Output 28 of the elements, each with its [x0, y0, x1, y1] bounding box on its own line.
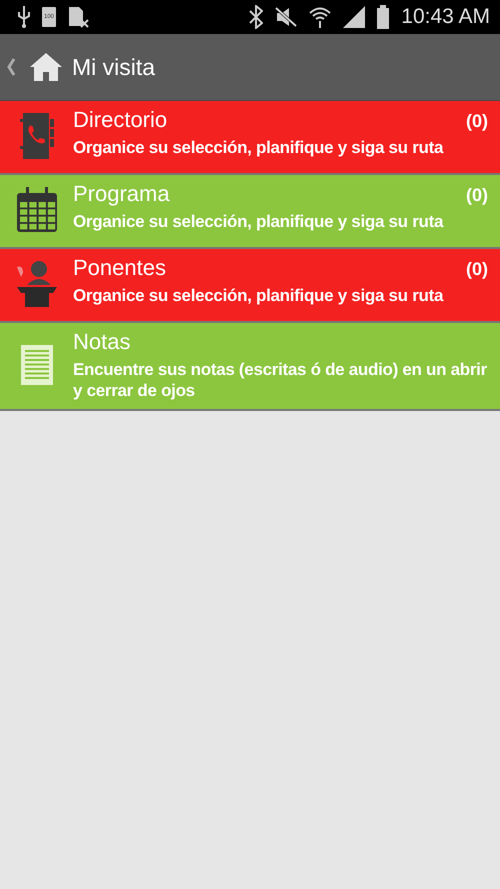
item-description: Organice su selección, planifique y siga su ruta — [73, 211, 444, 232]
item-title: Notas — [73, 329, 130, 355]
item-description: Organice su selección, planifique y siga su ruta — [73, 285, 444, 306]
item-title: Ponentes — [73, 255, 166, 281]
menu-item[interactable]: Ponentes (0) Organice su selección, planifique y siga su ruta — [0, 249, 500, 323]
clock-time: 10:43 AM — [401, 5, 490, 29]
calendar-icon — [16, 187, 58, 233]
speaker-podium-icon — [14, 259, 58, 309]
home-icon[interactable] — [30, 53, 62, 81]
phone-book-icon — [20, 111, 54, 161]
menu-item[interactable]: Directorio (0) Organice su selección, planifique y siga su ruta — [0, 101, 500, 175]
usb-icon — [18, 6, 30, 28]
back-icon[interactable] — [6, 58, 16, 76]
screen-title: Mi visita — [72, 54, 156, 80]
sim-card-icon — [68, 6, 90, 28]
item-count: (0) — [466, 111, 488, 132]
document-icon — [20, 345, 52, 385]
battery-icon — [377, 5, 390, 29]
item-count: (0) — [466, 259, 488, 280]
wifi-icon — [309, 5, 332, 29]
item-description: Encuentre sus notas (escritas ó de audio) en un abrir y cerrar de ojos — [73, 359, 488, 401]
bluetooth-icon — [249, 5, 264, 29]
item-count: (0) — [466, 185, 488, 206]
signal-icon — [343, 6, 366, 28]
item-title: Directorio — [73, 107, 168, 133]
mute-icon — [275, 7, 298, 27]
item-description: Organice su selección, planifique y siga su ruta — [73, 137, 444, 158]
item-title: Programa — [73, 181, 170, 207]
